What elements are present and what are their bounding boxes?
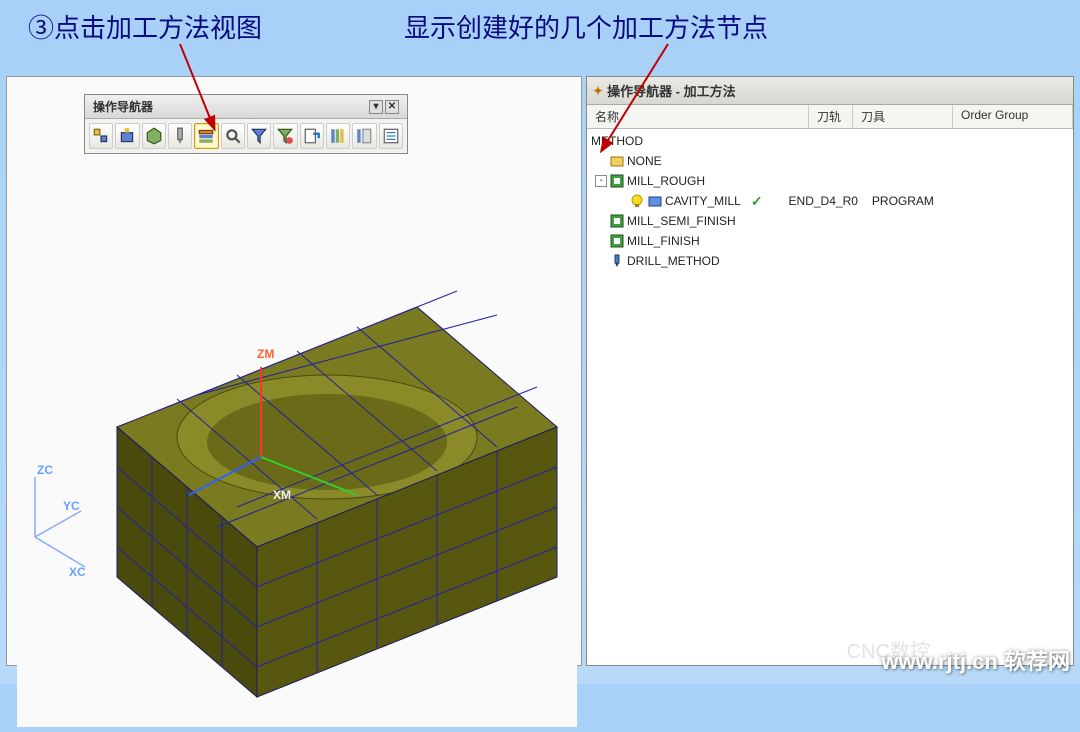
- toolbar-title-text: 操作导航器: [93, 98, 367, 115]
- tree-item-label: CAVITY_MILL: [665, 194, 741, 208]
- properties-button[interactable]: [379, 123, 403, 149]
- tree-item-mill-rough[interactable]: - MILL_ROUGH: [591, 171, 1069, 191]
- tool-view-button[interactable]: [168, 123, 192, 149]
- freeze-columns-button[interactable]: [352, 123, 376, 149]
- tree-item-none[interactable]: NONE: [591, 151, 1069, 171]
- axis-label-xm: XM: [273, 488, 291, 502]
- columns-button[interactable]: [326, 123, 350, 149]
- tree-item-mill-semi-finish[interactable]: MILL_SEMI_FINISH: [591, 211, 1069, 231]
- export-list-button[interactable]: [300, 123, 324, 149]
- mill-method-icon: [609, 233, 625, 249]
- navigator-panel-title: 操作导航器 - 加工方法: [607, 81, 736, 100]
- axis-label-zm: ZM: [257, 347, 274, 361]
- tree-item-order: PROGRAM: [872, 194, 934, 208]
- operation-navigator-panel: ✦ 操作导航器 - 加工方法 名称 刀轨 刀具 Order Group METH…: [586, 76, 1074, 666]
- toolbar-title-bar[interactable]: 操作导航器 ▾ ✕: [85, 95, 407, 119]
- watermark: www.rjtj.cn 软荐网: [881, 644, 1070, 676]
- mill-method-icon: [609, 213, 625, 229]
- find-object-button[interactable]: [221, 123, 245, 149]
- operation-navigator-toolbar-window: 操作导航器 ▾ ✕: [84, 94, 408, 154]
- toolbar-close-button[interactable]: ✕: [385, 100, 399, 114]
- cavity-op-icon: [647, 193, 663, 209]
- warning-bulb-icon: [629, 193, 645, 209]
- tree-root-method[interactable]: METHOD: [591, 131, 1069, 151]
- column-header-name[interactable]: 名称: [587, 105, 809, 128]
- toolbar-dropdown-button[interactable]: ▾: [369, 100, 383, 114]
- tree-item-cavity-mill[interactable]: CAVITY_MILL ✓ END_D4_R0 PROGRAM: [591, 191, 1069, 211]
- axis-label-yc: YC: [63, 499, 80, 513]
- expander-button[interactable]: -: [595, 175, 607, 187]
- method-view-button[interactable]: [194, 123, 218, 149]
- tree-item-mill-finish[interactable]: MILL_FINISH: [591, 231, 1069, 251]
- model-render: [17, 247, 577, 727]
- navigator-tree[interactable]: METHOD NONE - MILL_ROUGH CAVITY_MILL ✓ E…: [587, 129, 1073, 273]
- navigator-columns-header: 名称 刀轨 刀具 Order Group: [587, 105, 1073, 129]
- tree-item-label: MILL_ROUGH: [627, 174, 705, 188]
- tree-item-label: DRILL_METHOD: [627, 254, 720, 268]
- mill-method-icon: [609, 173, 625, 189]
- toolbar-icon-row: [85, 119, 407, 153]
- model-3d-area[interactable]: ZC YC XC ZM XM: [17, 247, 577, 727]
- tree-root-label: METHOD: [591, 134, 643, 148]
- tree-item-label: MILL_SEMI_FINISH: [627, 214, 736, 228]
- drill-method-icon: [609, 253, 625, 269]
- column-header-tool[interactable]: 刀具: [853, 105, 953, 128]
- toolpath-generated-check-icon: ✓: [751, 193, 763, 210]
- apply-filter-button[interactable]: [273, 123, 297, 149]
- navigator-panel-title-bar[interactable]: ✦ 操作导航器 - 加工方法: [587, 77, 1073, 105]
- graphics-viewport[interactable]: ZC YC XC ZM XM: [6, 76, 582, 666]
- column-header-order-group[interactable]: Order Group: [953, 105, 1073, 128]
- pin-icon[interactable]: ✦: [593, 84, 603, 98]
- column-header-toolpath[interactable]: 刀轨: [809, 105, 853, 128]
- axis-label-xc: XC: [69, 565, 86, 579]
- tree-item-label: MILL_FINISH: [627, 234, 700, 248]
- tree-item-label: NONE: [627, 154, 662, 168]
- geometry-view-button[interactable]: [142, 123, 166, 149]
- create-filter-button[interactable]: [247, 123, 271, 149]
- machine-view-button[interactable]: [115, 123, 139, 149]
- annotation-result: 显示创建好的几个加工方法节点: [404, 8, 768, 45]
- program-order-view-button[interactable]: [89, 123, 113, 149]
- axis-label-zc: ZC: [37, 463, 53, 477]
- none-icon: [609, 153, 625, 169]
- tree-item-drill-method[interactable]: DRILL_METHOD: [591, 251, 1069, 271]
- annotation-step3: ③点击加工方法视图: [28, 8, 262, 45]
- tree-item-tool: END_D4_R0: [789, 194, 858, 208]
